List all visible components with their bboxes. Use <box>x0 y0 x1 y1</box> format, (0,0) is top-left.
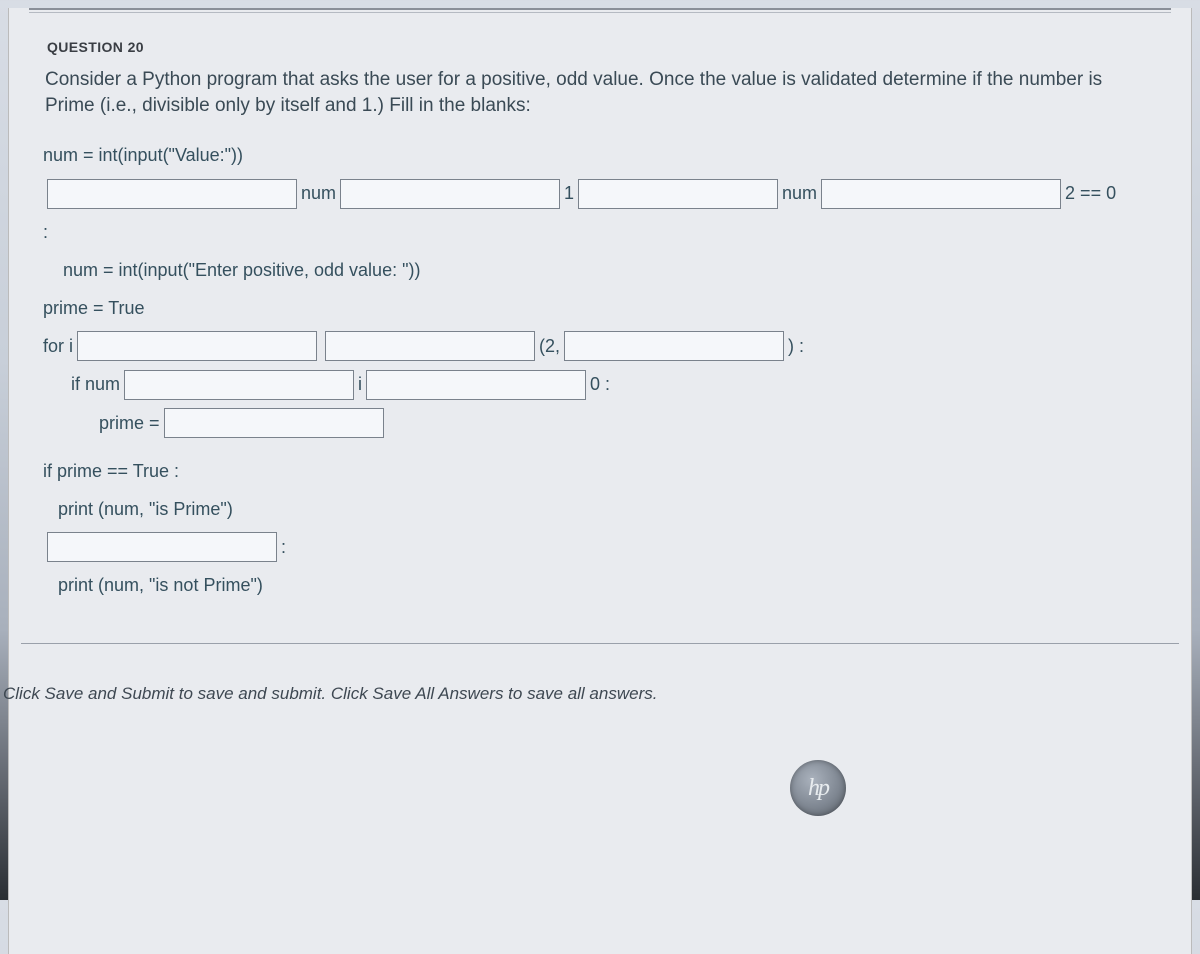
code-text: if prime == True : <box>43 454 179 488</box>
blank-range-func[interactable] <box>325 331 535 361</box>
question-page: QUESTION 20 Consider a Python program th… <box>8 8 1192 954</box>
blank-mod-op-2[interactable] <box>124 370 354 400</box>
code-line-6: for i (2, ) : <box>43 329 1163 363</box>
code-text: : <box>281 530 286 564</box>
code-text: (2, <box>539 329 560 363</box>
blank-eq-op[interactable] <box>366 370 586 400</box>
code-line-12: print (num, "is not Prime") <box>43 568 1163 602</box>
code-text: : <box>43 215 48 249</box>
blank-while-keyword[interactable] <box>47 179 297 209</box>
blank-else-keyword[interactable] <box>47 532 277 562</box>
divider-top-2 <box>29 12 1171 13</box>
code-line-5: prime = True <box>43 291 1163 325</box>
blank-false-value[interactable] <box>164 408 384 438</box>
code-text: num <box>782 176 817 210</box>
code-text: if num <box>71 367 120 401</box>
code-line-8: prime = <box>43 406 1163 440</box>
code-text: num = int(input("Enter positive, odd val… <box>43 253 420 287</box>
blank-in-keyword[interactable] <box>77 331 317 361</box>
code-text: for i <box>43 329 73 363</box>
question-number: QUESTION 20 <box>9 31 1191 67</box>
code-text: print (num, "is Prime") <box>43 492 233 526</box>
code-line-9: if prime == True : <box>43 454 1163 488</box>
code-text: prime = True <box>43 291 145 325</box>
code-text: i <box>358 367 362 401</box>
question-body: Consider a Python program that asks the … <box>9 67 1191 603</box>
blank-mod-op[interactable] <box>821 179 1061 209</box>
blank-compare-op-1[interactable] <box>340 179 560 209</box>
code-text: ) : <box>788 329 804 363</box>
code-text: num <box>301 176 336 210</box>
blank-logical-op[interactable] <box>578 179 778 209</box>
code-line-1: num = int(input("Value:")) <box>43 138 1163 172</box>
code-line-2: num 1 num 2 == 0 <box>43 176 1163 210</box>
footer-instruction: Click Save and Submit to save and submit… <box>3 644 1191 704</box>
code-line-4: num = int(input("Enter positive, odd val… <box>43 253 1163 287</box>
question-prompt: Consider a Python program that asks the … <box>37 67 1163 138</box>
code-line-3: : <box>43 215 1163 249</box>
code-text: prime = <box>99 406 160 440</box>
code-text: 1 <box>564 176 574 210</box>
code-line-11: : <box>43 530 1163 564</box>
code-fill-area: num = int(input("Value:")) num 1 num 2 =… <box>37 138 1163 602</box>
code-text: num = int(input("Value:")) <box>43 138 243 172</box>
divider-top <box>29 8 1171 10</box>
code-text: print (num, "is not Prime") <box>43 568 263 602</box>
code-line-10: print (num, "is Prime") <box>43 492 1163 526</box>
blank-range-end[interactable] <box>564 331 784 361</box>
code-text: 2 == 0 <box>1065 176 1116 210</box>
code-text: 0 : <box>590 367 610 401</box>
hp-logo-text: hp <box>808 775 828 802</box>
code-line-7: if num i 0 : <box>43 367 1163 401</box>
hp-logo-icon: hp <box>790 760 846 816</box>
